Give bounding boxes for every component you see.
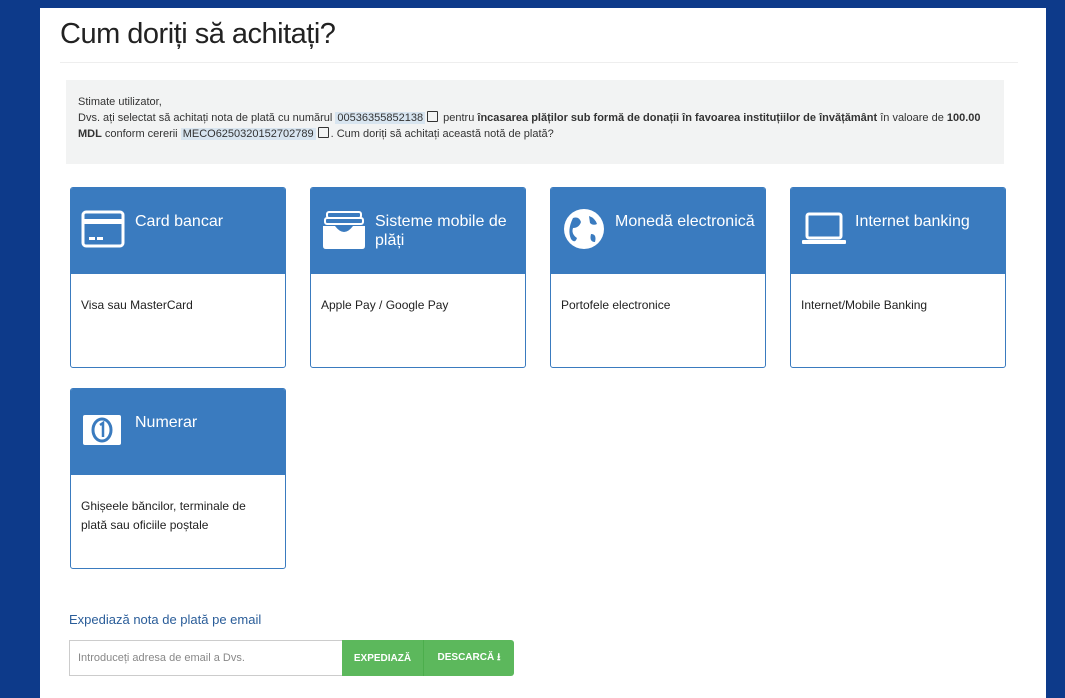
method-description: Ghișeele băncilor, terminale de plată sa…: [81, 499, 246, 532]
method-header: Sisteme mobile de plăți: [311, 188, 525, 274]
method-description: Apple Pay / Google Pay: [321, 298, 449, 312]
payment-notice: Stimate utilizator, Dvs. ați selectat să…: [66, 80, 1004, 164]
email-section-title: Expediază nota de plată pe email: [69, 612, 262, 627]
method-card-mobile[interactable]: Sisteme mobile de plăți Apple Pay / Goog…: [310, 187, 526, 368]
credit-card-icon: [81, 210, 125, 248]
method-header: Card bancar: [71, 188, 285, 274]
method-header: Internet banking: [791, 188, 1005, 274]
copy-invoice-icon[interactable]: [427, 111, 439, 122]
invoice-number: 00536355852138: [335, 112, 426, 124]
notice-text: conform cererii: [101, 128, 181, 140]
method-label: Sisteme mobile de plăți: [375, 213, 507, 249]
request-id: MECO6250320152702789: [180, 128, 316, 140]
send-button[interactable]: EXPEDIAZĂ: [342, 640, 424, 676]
email-form: EXPEDIAZĂ DESCARCĂ ⭳: [69, 640, 514, 676]
method-header: Numerar: [71, 389, 285, 475]
method-label: Numerar: [135, 414, 198, 431]
globe-icon: [564, 209, 604, 249]
notice-text: . Cum doriți să achitați această notă de…: [330, 128, 554, 140]
title-divider: [60, 62, 1018, 63]
cash-icon: [83, 415, 121, 445]
notice-text: Dvs. ați selectat să achitați nota de pl…: [78, 112, 336, 124]
method-description: Portofele electronice: [561, 298, 671, 312]
method-card-e-money[interactable]: Monedă electronică Portofele electronice: [550, 187, 766, 368]
wallet-icon: [323, 211, 365, 249]
copy-request-icon[interactable]: [317, 127, 329, 138]
method-card-cash[interactable]: Numerar Ghișeele băncilor, terminale de …: [70, 388, 286, 569]
payment-panel: Cum doriți să achitați? Stimate utilizat…: [40, 8, 1046, 698]
method-card-internet-banking[interactable]: Internet banking Internet/Mobile Banking: [790, 187, 1006, 368]
notice-greeting: Stimate utilizator,: [78, 96, 162, 108]
page-title: Cum doriți să achitați?: [60, 18, 336, 50]
payment-purpose: încasarea plăților sub formă de donații …: [477, 112, 878, 124]
method-label: Monedă electronică: [615, 213, 755, 230]
email-input[interactable]: [69, 640, 342, 676]
method-card-bank-card[interactable]: Card bancar Visa sau MasterCard: [70, 187, 286, 368]
method-description: Visa sau MasterCard: [81, 298, 193, 312]
download-button[interactable]: DESCARCĂ ⭳: [424, 640, 514, 676]
method-description: Internet/Mobile Banking: [801, 298, 928, 312]
method-header: Monedă electronică: [551, 188, 765, 274]
method-label: Internet banking: [855, 213, 970, 230]
notice-text: în valoare de: [877, 112, 947, 124]
laptop-icon: [802, 212, 846, 244]
method-label: Card bancar: [135, 213, 224, 230]
notice-text: pentru: [440, 112, 478, 124]
